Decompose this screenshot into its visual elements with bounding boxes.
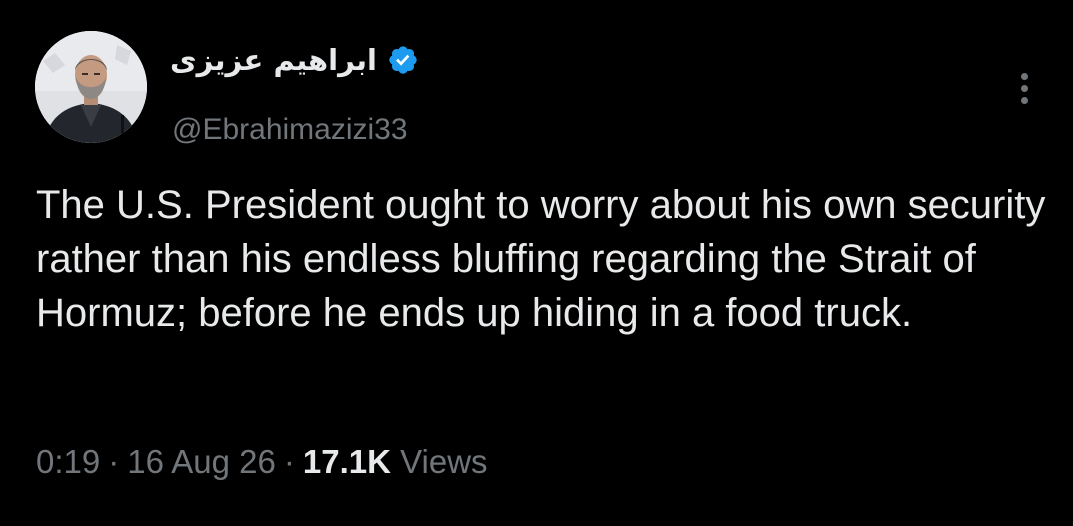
- more-vertical-icon-dot: [1020, 96, 1028, 104]
- more-options-button[interactable]: [1010, 66, 1038, 110]
- verified-badge-icon: [387, 44, 419, 76]
- more-vertical-icon-dot: [1020, 84, 1028, 92]
- views-count[interactable]: 17.1K: [303, 443, 391, 480]
- meta-separator: ·: [108, 443, 120, 480]
- avatar[interactable]: [35, 31, 147, 143]
- author-display-name[interactable]: ابراهیم عزیزی: [170, 40, 377, 80]
- tweet-meta: 0:19 · 16 Aug 26 · 17.1K Views: [36, 440, 488, 484]
- views-label: Views: [400, 443, 488, 480]
- tweet-date[interactable]: 16 Aug 26: [127, 443, 276, 480]
- profile-photo-icon: [35, 31, 147, 143]
- author-name-row: ابراهیم عزیزی: [170, 40, 419, 80]
- author-handle[interactable]: @Ebrahimazizi33: [172, 112, 408, 148]
- tweet-time[interactable]: 0:19: [36, 443, 100, 480]
- tweet-text: The U.S. President ought to worry about …: [36, 183, 1046, 335]
- meta-separator: ·: [283, 443, 295, 480]
- more-vertical-icon: [1020, 72, 1028, 80]
- tweet-card: ابراهیم عزیزی @Ebrahimazizi33 The U.S. P…: [0, 0, 1073, 526]
